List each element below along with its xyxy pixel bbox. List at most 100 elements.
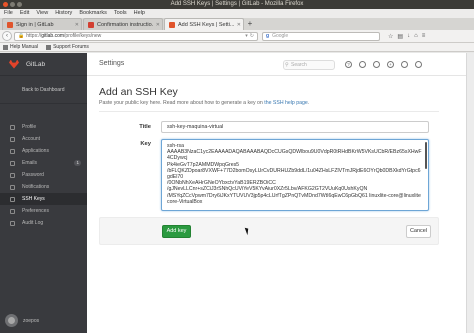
gitlab-logo-icon <box>9 59 19 69</box>
page-scrollbar[interactable] <box>466 53 474 333</box>
snippets-icon[interactable] <box>373 61 380 68</box>
history-icon <box>10 220 15 226</box>
explore-icon[interactable] <box>359 61 366 68</box>
search-box[interactable]: g Google <box>262 31 380 41</box>
window-controls <box>3 2 22 7</box>
menu-bar: File Edit View History Bookmarks Tools H… <box>0 9 474 18</box>
gitlab-favicon-icon <box>169 21 175 28</box>
add-key-button[interactable]: Add key <box>162 225 191 238</box>
gitlab-favicon-icon <box>7 21 13 28</box>
tab-sign-in[interactable]: Sign in | GitLab ✕ <box>2 18 82 30</box>
minimize-window-button[interactable] <box>10 2 15 7</box>
sidebar-item-preferences[interactable]: Preferences <box>0 205 87 217</box>
page-icon <box>3 44 8 50</box>
user-menu[interactable]: zoepos <box>5 314 39 327</box>
dropdown-arrow-icon[interactable]: ▾ <box>245 32 248 40</box>
lock-icon <box>10 172 15 178</box>
tab-confirmation[interactable]: Confirmation instructio... ✕ <box>83 18 163 30</box>
header-search-input[interactable]: Search <box>283 60 335 70</box>
maximize-window-button[interactable] <box>17 2 22 7</box>
tab-close-icon[interactable]: ✕ <box>156 19 162 30</box>
bookmarks-toolbar: Help Manual Support Forums <box>0 43 474 52</box>
window-titlebar: Add SSH Keys | Settings | GitLab - Mozil… <box>0 0 474 9</box>
key-textarea[interactable]: ssh-rsa AAAAB3NzaC1yc2EAAAADAQABAAABAQDc… <box>161 139 429 211</box>
menu-bookmarks[interactable]: Bookmarks <box>79 9 107 18</box>
lock-icon: 🔒 <box>18 33 25 39</box>
page-title: Settings <box>99 60 125 67</box>
sidebar-item-audit-log[interactable]: Audit Log <box>0 217 87 229</box>
back-to-dashboard-link[interactable]: Back to Dashboard <box>0 76 87 104</box>
sidebar-item-notifications[interactable]: Notifications <box>0 181 87 193</box>
tab-add-ssh-keys[interactable]: Add SSH Keys | Setti... ✕ <box>164 18 244 30</box>
search-placeholder: Google <box>272 33 289 39</box>
textarea-scrollbar[interactable] <box>425 142 427 169</box>
tab-bar: Sign in | GitLab ✕ Confirmation instruct… <box>0 18 474 30</box>
cloud-icon <box>10 148 15 154</box>
star-icon[interactable]: ☆ <box>388 33 393 40</box>
cancel-button[interactable]: Cancel <box>406 225 431 238</box>
form-heading: Add an SSH Key <box>99 86 178 98</box>
tab-close-icon[interactable]: ✕ <box>237 19 243 30</box>
tab-title: Confirmation instructio... <box>97 21 153 28</box>
sidebar-item-account[interactable]: Account <box>0 133 87 145</box>
sidebar-nav: Profile Account Applications Emails 1 Pas… <box>0 104 87 229</box>
reload-icon[interactable]: ↻ <box>250 32 254 40</box>
ssh-help-link[interactable]: the SSH help page <box>264 100 308 106</box>
navigation-toolbar: ‹ 🔒 https://gitlab.com/profile/keys/new … <box>0 30 474 43</box>
window-title: Add SSH Keys | Settings | GitLab - Mozil… <box>170 1 304 7</box>
home-icon[interactable]: ⌂ <box>414 33 418 40</box>
menu-file[interactable]: File <box>4 9 13 18</box>
sidebar-item-emails[interactable]: Emails 1 <box>0 157 87 169</box>
title-label: Title <box>139 124 151 130</box>
form-actions: Add key Cancel <box>99 217 439 245</box>
sidebar-item-password[interactable]: Password <box>0 169 87 181</box>
sidebar-item-ssh-keys[interactable]: SSH Keys <box>0 193 87 205</box>
bookmark-help-manual[interactable]: Help Manual <box>3 43 38 51</box>
gear-icon[interactable] <box>401 61 408 68</box>
key-icon <box>10 196 15 202</box>
key-text: ssh-rsa AAAAB3NzaC1yc2EAAAADAQABAAABAQDc… <box>167 143 422 205</box>
sidebar-item-applications[interactable]: Applications <box>0 145 87 157</box>
image-icon <box>10 208 15 214</box>
menu-view[interactable]: View <box>36 9 48 18</box>
menu-history[interactable]: History <box>55 9 72 18</box>
title-field[interactable]: ssh-key-maquina-virtual <box>161 121 429 133</box>
brand-name: GitLab <box>26 60 46 68</box>
menu-tools[interactable]: Tools <box>114 9 127 18</box>
intro-text: Paste your public key here. Read more ab… <box>99 100 310 106</box>
address-bar[interactable]: 🔒 https://gitlab.com/profile/keys/new ▾ … <box>14 31 258 41</box>
url-text: https://gitlab.com/profile/keys/new <box>26 33 102 39</box>
plus-icon[interactable]: + <box>387 61 394 68</box>
divider <box>99 111 439 112</box>
menu-help[interactable]: Help <box>134 9 145 18</box>
tab-close-icon[interactable]: ✕ <box>75 19 81 30</box>
main-content: Add an SSH Key Paste your public key her… <box>87 77 466 333</box>
sidebar-item-profile[interactable]: Profile <box>0 121 87 133</box>
menu-edit[interactable]: Edit <box>20 9 29 18</box>
close-window-button[interactable] <box>3 2 8 7</box>
page-header: Settings Search ? + <box>87 53 466 76</box>
brand[interactable]: GitLab <box>0 53 87 76</box>
google-icon: g <box>266 33 270 39</box>
sign-out-icon[interactable] <box>415 61 422 68</box>
key-label: Key <box>140 141 151 147</box>
menu-icon[interactable]: ≡ <box>422 33 426 40</box>
back-arrow-icon[interactable]: ‹ <box>2 31 12 41</box>
gmail-favicon-icon <box>88 21 94 28</box>
gear-icon <box>10 136 15 142</box>
new-tab-button[interactable]: + <box>245 18 255 30</box>
bookmark-support-forums[interactable]: Support Forums <box>46 43 89 51</box>
help-icon[interactable]: ? <box>345 61 352 68</box>
tab-title: Sign in | GitLab <box>16 21 54 28</box>
reader-icon[interactable]: ▤ <box>397 33 403 40</box>
download-icon[interactable]: ↓ <box>407 33 410 40</box>
envelope-icon <box>10 160 15 166</box>
emails-count-badge: 1 <box>74 160 81 166</box>
sidebar: GitLab Back to Dashboard Profile Account… <box>0 53 87 333</box>
avatar <box>5 314 18 327</box>
user-icon <box>10 124 15 130</box>
web-page: GitLab Back to Dashboard Profile Account… <box>0 53 466 333</box>
username: zoepos <box>23 317 40 324</box>
tab-title: Add SSH Keys | Setti... <box>178 21 234 28</box>
page-icon <box>46 44 52 50</box>
